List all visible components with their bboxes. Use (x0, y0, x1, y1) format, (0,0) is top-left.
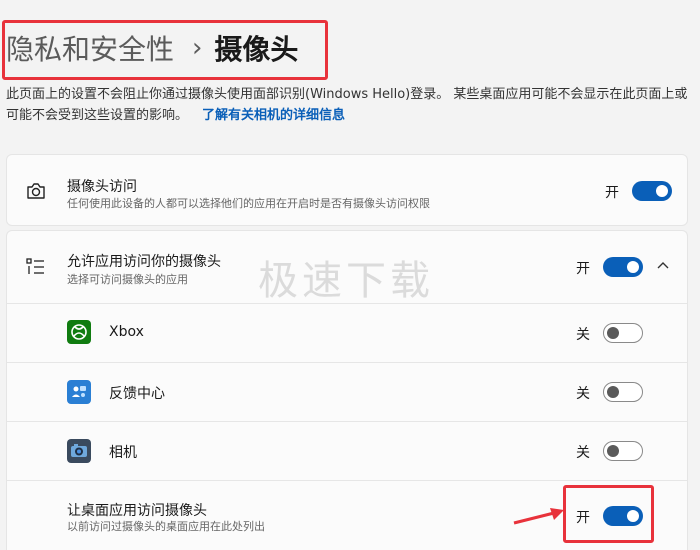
toggle-knob (607, 445, 619, 457)
app-access-title: 允许应用访问你的摄像头 (67, 254, 221, 270)
desktop-access-title: 让桌面应用访问摄像头 (67, 503, 207, 519)
feedback-hub-toggle[interactable] (603, 382, 643, 402)
xbox-toggle[interactable] (603, 323, 643, 343)
desktop-access-toggle[interactable] (603, 506, 643, 526)
camera-icon (25, 180, 47, 202)
chevron-up-icon[interactable] (655, 258, 671, 274)
toggle-knob (656, 185, 668, 197)
app-row-xbox: Xbox 关 (7, 304, 687, 362)
learn-more-link[interactable]: 了解有关相机的详细信息 (202, 108, 345, 123)
app-access-state: 开 (576, 261, 590, 277)
toggle-knob (607, 386, 619, 398)
desktop-access-row: 让桌面应用访问摄像头 以前访问过摄像头的桌面应用在此处列出 开 (7, 481, 687, 550)
toggle-knob (627, 261, 639, 273)
toggle-knob (607, 327, 619, 339)
app-row-feedback-hub: 反馈中心 关 (7, 363, 687, 421)
watermark: 极速下载 (258, 258, 434, 304)
camera-access-state: 开 (605, 185, 619, 201)
desktop-access-state: 开 (576, 510, 590, 526)
camera-access-toggle[interactable] (632, 181, 672, 201)
breadcrumb-parent[interactable]: 隐私和安全性 (6, 28, 174, 68)
app-row-camera: 相机 关 (7, 422, 687, 480)
app-state: 关 (576, 386, 590, 402)
page-title: 摄像头 (214, 33, 299, 66)
camera-app-toggle[interactable] (603, 441, 643, 461)
app-access-toggle[interactable] (603, 257, 643, 277)
camera-access-subtitle: 任何使用此设备的人都可以选择他们的应用在开启时是否有摄像头访问权限 (67, 197, 430, 210)
feedback-hub-icon (67, 380, 91, 404)
xbox-icon (67, 320, 91, 344)
toggle-knob (627, 510, 639, 522)
camera-access-card: 摄像头访问 任何使用此设备的人都可以选择他们的应用在开启时是否有摄像头访问权限 … (6, 154, 688, 226)
app-access-subtitle: 选择可访问摄像头的应用 (67, 273, 188, 286)
breadcrumb-separator-icon: › (192, 33, 203, 63)
app-name: 相机 (109, 445, 137, 461)
camera-app-icon (67, 439, 91, 463)
app-name: 反馈中心 (109, 386, 165, 402)
description-text: 此页面上的设置不会阻止你通过摄像头使用面部识别(Windows Hello)登录… (6, 87, 688, 123)
arrow-annotation-icon (513, 508, 564, 525)
desktop-access-subtitle: 以前访问过摄像头的桌面应用在此处列出 (67, 520, 265, 533)
app-name: Xbox (109, 324, 144, 340)
breadcrumb: 隐私和安全性 › 摄像头 (6, 22, 298, 74)
camera-access-title: 摄像头访问 (67, 179, 137, 195)
page-description: 此页面上的设置不会阻止你通过摄像头使用面部识别(Windows Hello)登录… (6, 84, 694, 126)
app-state: 关 (576, 445, 590, 461)
app-list-icon (25, 256, 47, 278)
app-state: 关 (576, 327, 590, 343)
